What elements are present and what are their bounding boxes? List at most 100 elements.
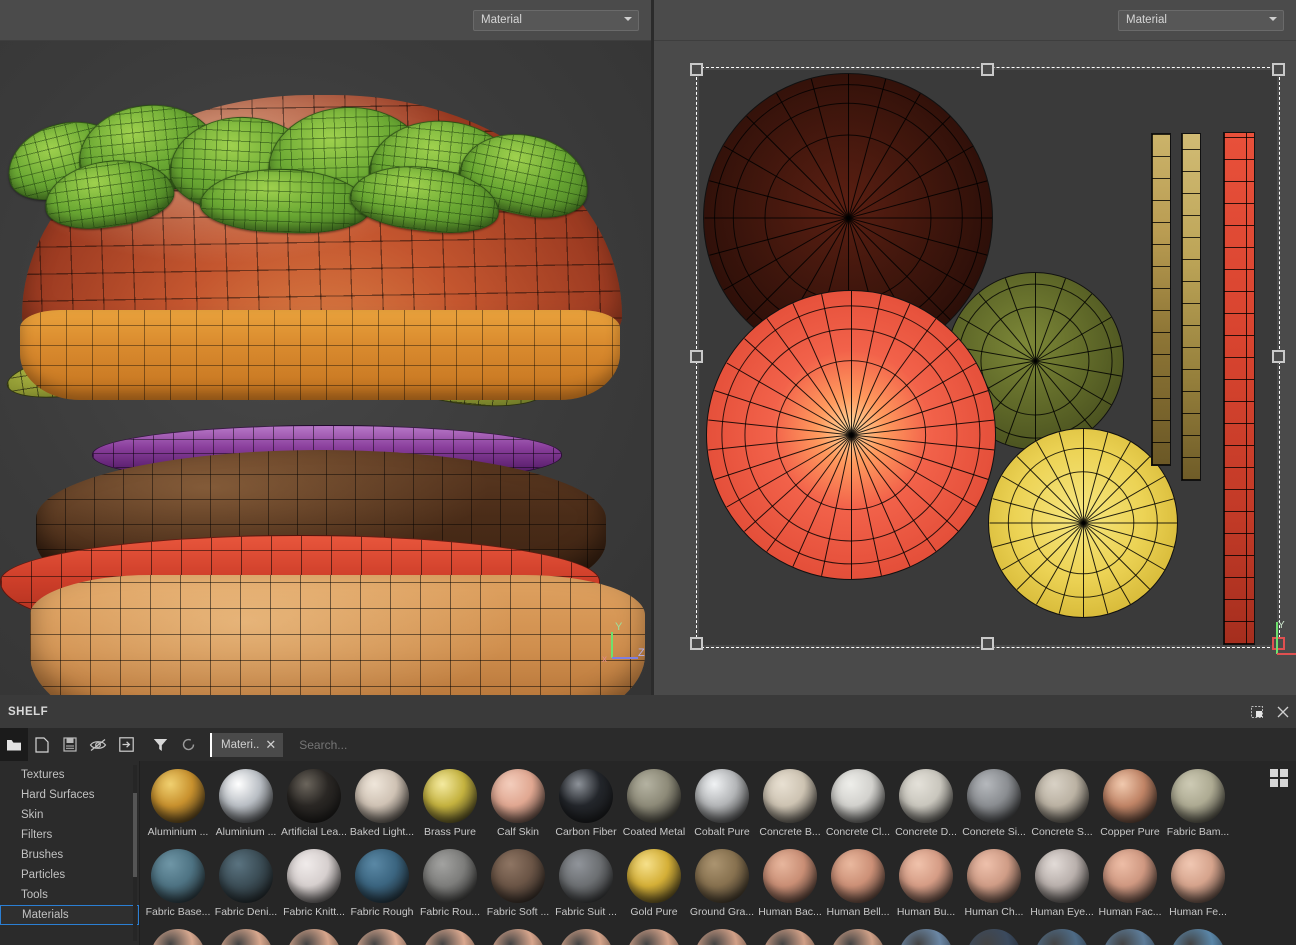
shelf-asset-thumbnail: [1103, 849, 1157, 903]
sidebar-item-tools[interactable]: Tools: [0, 885, 139, 905]
viewport-3d-scene[interactable]: Y Z x: [0, 0, 651, 695]
shelf-asset-item[interactable]: [620, 925, 688, 945]
shelf-asset-item[interactable]: Fabric Knitt...: [280, 845, 348, 925]
shelf-asset-thumbnail: [695, 769, 749, 823]
uv-island-tomato[interactable]: [706, 290, 996, 580]
import-icon[interactable]: [112, 728, 140, 761]
uv-handle-middle-right[interactable]: [1272, 350, 1285, 363]
shelf-asset-item[interactable]: [416, 925, 484, 945]
shelf-asset-item[interactable]: [688, 925, 756, 945]
shelf-asset-item[interactable]: Carbon Fiber: [552, 765, 620, 845]
shelf-asset-item[interactable]: Concrete D...: [892, 765, 960, 845]
shelf-asset-item[interactable]: Human Bu...: [892, 845, 960, 925]
shelf-asset-item[interactable]: Human Bell...: [824, 845, 892, 925]
sidebar-item-filters[interactable]: Filters: [0, 825, 139, 845]
shelf-asset-item[interactable]: [280, 925, 348, 945]
filter-chip-close-icon[interactable]: ✕: [265, 737, 276, 753]
shelf-asset-item[interactable]: Human Eye...: [1028, 845, 1096, 925]
viewport-2d-scene[interactable]: Y: [654, 0, 1296, 695]
shelf-asset-item[interactable]: [1096, 925, 1164, 945]
shelf-asset-thumbnail: [831, 929, 885, 945]
shelf-asset-item[interactable]: [144, 925, 212, 945]
shelf-asset-item[interactable]: Aluminium ...: [212, 765, 280, 845]
shelf-asset-item[interactable]: [756, 925, 824, 945]
uv-handle-top-center[interactable]: [981, 63, 994, 76]
uv-handle-top-right[interactable]: [1272, 63, 1285, 76]
viewport-3d-material-dropdown[interactable]: Material: [473, 9, 639, 31]
sidebar-item-brushes[interactable]: Brushes: [0, 845, 139, 865]
shelf-asset-item[interactable]: Artificial Lea...: [280, 765, 348, 845]
shelf-asset-thumbnail: [763, 849, 817, 903]
refresh-icon[interactable]: [174, 728, 202, 761]
shelf-asset-item[interactable]: Copper Pure: [1096, 765, 1164, 845]
filter-chip-materials[interactable]: Materi.. ✕: [210, 732, 284, 757]
shelf-asset-item[interactable]: [1164, 925, 1232, 945]
shelf-asset-item[interactable]: [892, 925, 960, 945]
shelf-asset-item[interactable]: [960, 925, 1028, 945]
shelf-asset-item[interactable]: Human Fac...: [1096, 845, 1164, 925]
shelf-asset-item[interactable]: Gold Pure: [620, 845, 688, 925]
shelf-asset-item[interactable]: [552, 925, 620, 945]
uv-handle-top-left[interactable]: [690, 63, 703, 76]
shelf-asset-thumbnail: [1171, 849, 1225, 903]
shelf-asset-item[interactable]: Fabric Suit ...: [552, 845, 620, 925]
uv-handle-bottom-left[interactable]: [690, 637, 703, 650]
sidebar-item-hard-surfaces[interactable]: Hard Surfaces: [0, 785, 139, 805]
grid-view-icon[interactable]: [1268, 767, 1290, 789]
shelf-asset-item[interactable]: Concrete Si...: [960, 765, 1028, 845]
shelf-asset-item[interactable]: [212, 925, 280, 945]
restore-icon[interactable]: [1244, 695, 1270, 728]
shelf-asset-item[interactable]: Human Fe...: [1164, 845, 1232, 925]
sidebar-scrollbar[interactable]: [133, 765, 137, 941]
uv-island-cheese[interactable]: [988, 428, 1178, 618]
shelf-asset-item[interactable]: Concrete S...: [1028, 765, 1096, 845]
shelf-asset-item[interactable]: Fabric Deni...: [212, 845, 280, 925]
close-icon[interactable]: [1270, 695, 1296, 728]
shelf-asset-item[interactable]: Concrete Cl...: [824, 765, 892, 845]
uv-handle-middle-left[interactable]: [690, 350, 703, 363]
uv-island-strip-1[interactable]: [1151, 133, 1171, 466]
sidebar-item-label: Particles: [21, 869, 66, 881]
eye-off-icon[interactable]: [84, 728, 112, 761]
shelf-asset-item[interactable]: [1028, 925, 1096, 945]
shelf-asset-item[interactable]: Calf Skin: [484, 765, 552, 845]
sidebar-item-particles[interactable]: Particles: [0, 865, 139, 885]
shelf-asset-label: Human Bell...: [826, 906, 890, 918]
shelf-asset-grid-container[interactable]: Aluminium ... Aluminium ... Artificial Lea…: [140, 761, 1296, 945]
shelf-asset-item[interactable]: Ground Gra...: [688, 845, 756, 925]
search-input[interactable]: [299, 737, 600, 752]
shelf-asset-item[interactable]: Human Ch...: [960, 845, 1028, 925]
save-icon[interactable]: [56, 728, 84, 761]
model-wireframe-sauce: [20, 310, 620, 400]
uv-island-strip-3[interactable]: [1223, 132, 1255, 645]
shelf-title-bar: SHELF: [0, 695, 1296, 728]
shelf-asset-item[interactable]: [824, 925, 892, 945]
shelf-asset-item[interactable]: Human Bac...: [756, 845, 824, 925]
shelf-asset-label: Fabric Soft ...: [486, 906, 550, 918]
shelf-asset-item[interactable]: Baked Light...: [348, 765, 416, 845]
sidebar-item-materials[interactable]: Materials: [0, 905, 139, 925]
uv-handle-bottom-center[interactable]: [981, 637, 994, 650]
shelf-asset-item[interactable]: Fabric Rough: [348, 845, 416, 925]
shelf-asset-item[interactable]: [348, 925, 416, 945]
shelf-asset-item[interactable]: Fabric Rou...: [416, 845, 484, 925]
shelf-asset-thumbnail: [151, 769, 205, 823]
filter-icon[interactable]: [146, 728, 174, 761]
shelf-asset-item[interactable]: Concrete B...: [756, 765, 824, 845]
sidebar-item-textures[interactable]: Textures: [0, 765, 139, 785]
shelf-asset-item[interactable]: Aluminium ...: [144, 765, 212, 845]
viewport-2d-material-dropdown[interactable]: Material: [1118, 9, 1284, 31]
shelf-asset-item[interactable]: Fabric Bam...: [1164, 765, 1232, 845]
shelf-asset-item[interactable]: [484, 925, 552, 945]
shelf-asset-item[interactable]: Fabric Soft ...: [484, 845, 552, 925]
viewport-2d[interactable]: Y Material: [651, 0, 1296, 695]
viewport-3d[interactable]: Y Z x Material: [0, 0, 651, 695]
shelf-asset-item[interactable]: Brass Pure: [416, 765, 484, 845]
shelf-asset-item[interactable]: Coated Metal: [620, 765, 688, 845]
open-folder-icon[interactable]: [0, 728, 28, 761]
sidebar-item-skin[interactable]: Skin: [0, 805, 139, 825]
shelf-asset-item[interactable]: Fabric Base...: [144, 845, 212, 925]
shelf-asset-item[interactable]: Cobalt Pure: [688, 765, 756, 845]
new-file-icon[interactable]: [28, 728, 56, 761]
uv-island-strip-2[interactable]: [1181, 133, 1201, 481]
